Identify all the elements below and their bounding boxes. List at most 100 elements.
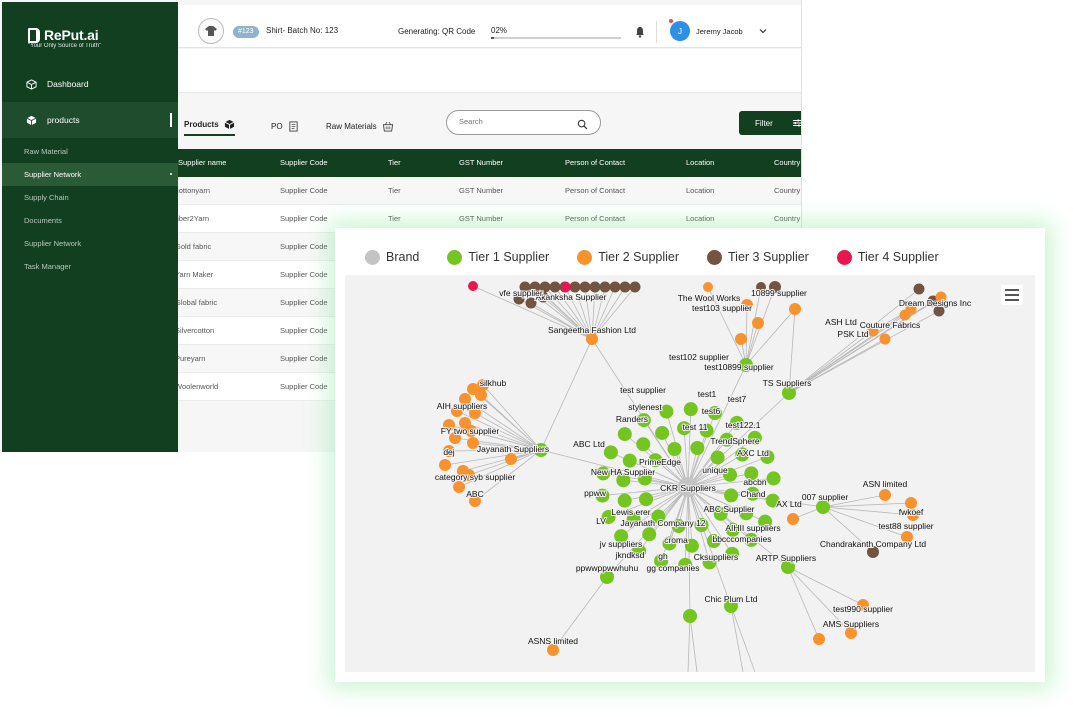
sidebar: RePut.ai "Your Only Source of Truth" Das… xyxy=(2,2,178,452)
network-node[interactable] xyxy=(690,441,705,456)
network-node[interactable] xyxy=(655,425,670,440)
network-node[interactable] xyxy=(617,427,632,442)
top-bar: #123 Shirt- Batch No: 123 Generating: QR… xyxy=(178,5,801,48)
network-node[interactable] xyxy=(879,489,891,501)
logo-tagline: "Your Only Source of Truth" xyxy=(28,43,102,49)
network-node[interactable] xyxy=(813,633,825,645)
network-node[interactable] xyxy=(879,333,891,345)
batch-badge: #123 xyxy=(233,26,259,38)
sidebar-subitem-label: Documents xyxy=(24,216,62,225)
node-label: silkhub xyxy=(480,378,507,388)
network-node[interactable] xyxy=(468,281,478,291)
sidebar-subitem-documents[interactable]: Documents xyxy=(2,209,178,232)
network-node[interactable] xyxy=(475,389,487,401)
network-node[interactable] xyxy=(639,492,654,507)
brand-logo[interactable]: RePut.ai "Your Only Source of Truth" xyxy=(28,27,148,58)
network-node[interactable] xyxy=(599,281,611,293)
network-node[interactable] xyxy=(782,386,796,400)
hamburger-menu-icon[interactable] xyxy=(1001,285,1023,305)
network-edge xyxy=(730,605,756,672)
legend-item[interactable]: Brand xyxy=(365,249,419,265)
network-node[interactable] xyxy=(569,281,581,293)
column-header[interactable]: Country xyxy=(774,149,801,177)
search-input[interactable] xyxy=(459,117,569,126)
legend-swatch xyxy=(365,249,380,265)
network-node[interactable] xyxy=(787,513,799,525)
legend-item[interactable]: Tier 1 Supplier xyxy=(447,249,549,265)
bell-icon[interactable] xyxy=(634,25,646,38)
network-plot-area[interactable]: PrimeEdge test supplier test1 stylenest test… xyxy=(345,275,1035,672)
network-node[interactable] xyxy=(636,437,651,452)
legend-item[interactable]: Tier 2 Supplier xyxy=(577,249,679,265)
sidebar-item-products[interactable]: products xyxy=(2,102,178,138)
network-node[interactable] xyxy=(724,488,739,503)
node-label: Dream Designs Inc xyxy=(899,298,972,308)
sidebar-subitem-raw-material[interactable]: Raw Material xyxy=(2,140,178,163)
supplier-network-chart: Brand Tier 1 Supplier Tier 2 Supplier Tier … xyxy=(335,228,1045,682)
sidebar-subitem-supply-chain[interactable]: Supply Chain xyxy=(2,186,178,209)
column-header[interactable]: Supplier name xyxy=(178,149,273,177)
node-label: test6 xyxy=(702,406,721,416)
node-label: fwkoef xyxy=(899,507,924,517)
network-node[interactable] xyxy=(589,281,601,293)
legend-item[interactable]: Tier 4 Supplier xyxy=(836,249,939,265)
network-node[interactable] xyxy=(899,309,911,321)
filter-button[interactable]: Filter xyxy=(739,111,801,135)
column-header[interactable]: GST Number xyxy=(459,149,559,177)
column-header[interactable]: Location xyxy=(686,149,766,177)
avatar[interactable]: J xyxy=(670,21,690,41)
network-node[interactable] xyxy=(710,450,725,465)
tab-po[interactable]: PO xyxy=(271,116,299,136)
node-label: PSK Ltd xyxy=(837,329,868,339)
sidebar-subitem-task-manager[interactable]: Task Manager xyxy=(2,255,178,278)
network-node[interactable] xyxy=(703,282,713,292)
node-label: test103 supplier xyxy=(692,303,752,313)
product-thumbnail[interactable] xyxy=(198,18,224,44)
table-cell: Tier xyxy=(388,186,401,195)
network-node[interactable] xyxy=(505,453,517,465)
node-label: 007 supplier xyxy=(802,492,848,502)
network-node[interactable] xyxy=(609,281,621,293)
node-label: bbcccompanies xyxy=(712,534,771,544)
sidebar-subitem-supplier-network[interactable]: Supplier Network xyxy=(2,163,178,186)
network-node[interactable] xyxy=(453,481,465,493)
network-node[interactable] xyxy=(619,281,631,293)
network-node[interactable] xyxy=(667,442,682,457)
chevron-down-icon[interactable] xyxy=(758,23,768,34)
network-node[interactable] xyxy=(629,281,641,293)
network-node[interactable] xyxy=(603,445,618,460)
column-header[interactable]: Person of Contact xyxy=(565,149,680,177)
network-node[interactable] xyxy=(766,471,781,486)
network-node[interactable] xyxy=(642,527,657,542)
network-node[interactable] xyxy=(439,459,451,471)
network-node[interactable] xyxy=(617,493,632,508)
table-row[interactable]: cottonyarn Supplier Code Tier GST Number Per… xyxy=(175,177,801,205)
table-cell: GST Number xyxy=(459,186,504,195)
network-node[interactable] xyxy=(683,402,698,417)
network-node[interactable] xyxy=(752,317,764,329)
tab-raw-materials[interactable]: Raw Materials xyxy=(326,116,393,136)
tab-products[interactable]: Products xyxy=(184,116,235,136)
network-node[interactable] xyxy=(579,281,591,293)
network-node[interactable] xyxy=(789,303,801,315)
column-header[interactable]: Supplier Code xyxy=(280,149,380,177)
column-header[interactable]: Tier xyxy=(388,149,448,177)
sidebar-item-dashboard[interactable]: Dashboard xyxy=(2,66,178,102)
search-icon[interactable] xyxy=(577,117,588,130)
network-node[interactable] xyxy=(622,453,637,468)
sidebar-subitem-supplier-network-2[interactable]: Supplier Network xyxy=(2,232,178,255)
network-node[interactable] xyxy=(683,609,697,623)
table-cell: cottonyarn xyxy=(175,186,211,195)
network-node[interactable] xyxy=(735,333,747,345)
network-node[interactable] xyxy=(561,282,571,292)
network-node[interactable] xyxy=(913,283,925,295)
network-node[interactable] xyxy=(816,500,830,514)
legend-item[interactable]: Tier 3 Supplier xyxy=(707,249,809,265)
network-node[interactable] xyxy=(549,281,561,293)
active-dot xyxy=(170,173,172,175)
user-name[interactable]: Jeremy Jacob xyxy=(696,27,743,36)
network-graph[interactable]: PrimeEdge test supplier test1 stylenest test… xyxy=(345,275,1035,672)
search-field[interactable] xyxy=(446,110,601,135)
basket-icon xyxy=(382,121,393,132)
node-label: ASN limited xyxy=(863,479,908,489)
